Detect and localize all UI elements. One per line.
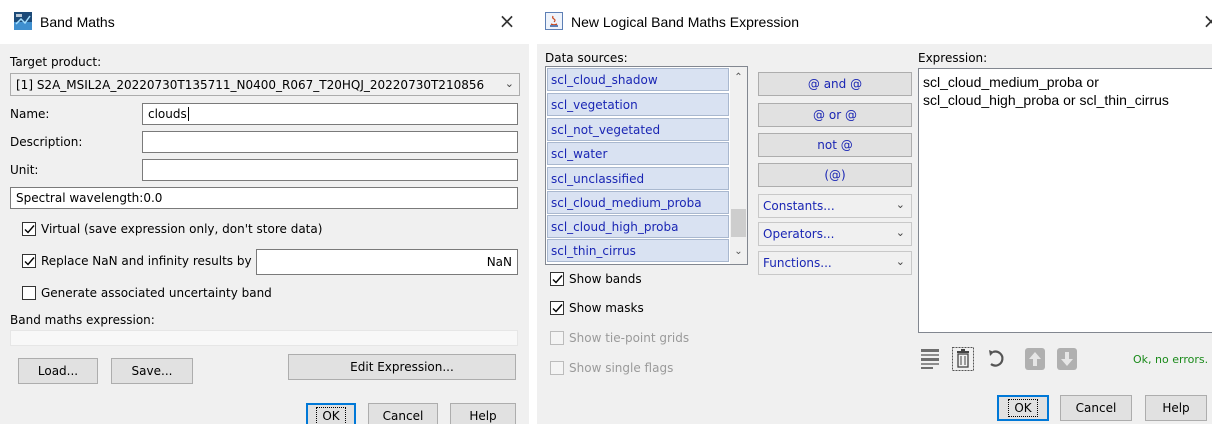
help-button[interactable]: Help: [1145, 395, 1207, 421]
data-sources-label: Data sources:: [545, 51, 628, 65]
list-item[interactable]: scl_cloud_medium_proba: [547, 191, 729, 214]
list-item[interactable]: scl_not_vegetated: [547, 118, 729, 141]
operators-dropdown[interactable]: Operators... ⌄: [758, 222, 912, 246]
list-item[interactable]: scl_vegetation: [547, 93, 729, 116]
logical-expression-titlebar: New Logical Band Maths Expression ×: [537, 0, 1212, 44]
unit-label: Unit:: [10, 163, 39, 177]
band-maths-expression-field[interactable]: [10, 330, 518, 346]
delete-icon[interactable]: [952, 347, 974, 371]
target-product-value: [1] S2A_MSIL2A_20220730T135711_N0400_R06…: [16, 78, 485, 92]
scroll-down-icon[interactable]: ⌄: [730, 243, 747, 260]
edit-expression-button[interactable]: Edit Expression...: [288, 354, 516, 380]
ok-label: OK: [316, 407, 346, 424]
name-field[interactable]: clouds: [142, 103, 518, 125]
name-label: Name:: [10, 107, 50, 121]
show-bands-label: Show bands: [569, 272, 642, 286]
expression-text-area[interactable]: scl_cloud_medium_proba or scl_cloud_high…: [918, 68, 1212, 333]
show-masks-label: Show masks: [569, 301, 644, 315]
load-button[interactable]: Load...: [18, 358, 98, 384]
java-app-icon: [545, 12, 563, 30]
cancel-button[interactable]: Cancel: [368, 403, 438, 424]
checkmark-icon: [552, 275, 563, 284]
logical-expression-title: New Logical Band Maths Expression: [571, 14, 800, 30]
ok-button[interactable]: OK: [997, 395, 1049, 421]
uncertainty-label: Generate associated uncertainty band: [41, 286, 272, 300]
not-operator-button[interactable]: not @: [758, 133, 912, 157]
chevron-down-icon: ⌄: [895, 226, 905, 239]
spectral-wavelength-field[interactable]: Spectral wavelength:0.0: [10, 187, 518, 209]
target-product-label: Target product:: [10, 55, 102, 69]
show-single-flags-checkbox: [550, 361, 564, 375]
save-button[interactable]: Save...: [111, 358, 193, 384]
checkmark-icon: [24, 257, 35, 266]
status-text: Ok, no errors.: [1133, 353, 1209, 366]
list-item[interactable]: scl_thin_cirrus: [547, 239, 729, 262]
list-item[interactable]: scl_water: [547, 142, 729, 165]
logical-expression-dialog: New Logical Band Maths Expression × Data…: [537, 0, 1212, 424]
parentheses-operator-button[interactable]: (@): [758, 163, 912, 187]
snap-app-icon: [14, 12, 32, 30]
show-bands-checkbox[interactable]: [550, 272, 564, 286]
show-tiepoint-checkbox: [550, 331, 564, 345]
show-masks-checkbox[interactable]: [550, 301, 564, 315]
replace-nan-field[interactable]: NaN: [256, 249, 518, 275]
list-item[interactable]: scl_unclassified: [547, 167, 729, 190]
chevron-down-icon: ⌄: [504, 77, 514, 90]
constants-label: Constants...: [763, 199, 835, 213]
list-item[interactable]: scl_cloud_high_proba: [547, 215, 729, 238]
virtual-label: Virtual (save expression only, don't sto…: [41, 222, 323, 236]
chevron-down-icon: ⌄: [895, 255, 905, 268]
chevron-down-icon: ⌄: [895, 198, 905, 211]
list-scrollbar[interactable]: ⌃ ⌄: [730, 67, 747, 264]
band-maths-dialog: Band Maths × Target product: [1] S2A_MSI…: [0, 0, 529, 424]
band-maths-title: Band Maths: [40, 14, 115, 30]
ok-button[interactable]: OK: [306, 403, 356, 424]
description-field[interactable]: [142, 131, 518, 153]
close-icon[interactable]: ×: [1198, 8, 1212, 34]
spectral-wavelength-label: Spectral wavelength:: [16, 191, 144, 205]
help-button[interactable]: Help: [450, 403, 516, 424]
scroll-up-icon[interactable]: ⌃: [730, 69, 747, 86]
data-sources-list[interactable]: scl_cloud_shadow scl_vegetation scl_not_…: [545, 66, 748, 265]
or-operator-button[interactable]: @ or @: [758, 103, 912, 127]
checkmark-icon: [552, 304, 563, 313]
spectral-wavelength-value: 0.0: [143, 191, 163, 205]
move-up-icon[interactable]: [1024, 347, 1046, 371]
functions-label: Functions...: [763, 256, 832, 270]
replace-nan-label: Replace NaN and infinity results by: [41, 254, 252, 268]
show-single-flags-label: Show single flags: [569, 361, 674, 375]
uncertainty-checkbox[interactable]: [22, 286, 36, 300]
show-tiepoint-label: Show tie-point grids: [569, 331, 690, 345]
operators-label: Operators...: [763, 227, 835, 241]
and-operator-button[interactable]: @ and @: [758, 72, 912, 96]
band-maths-titlebar: Band Maths ×: [0, 0, 529, 44]
list-item[interactable]: scl_cloud_shadow: [547, 68, 729, 91]
scroll-thumb[interactable]: [731, 209, 746, 237]
expression-label: Expression:: [918, 51, 988, 65]
ok-label: OK: [1008, 399, 1038, 417]
functions-dropdown[interactable]: Functions... ⌄: [758, 251, 912, 275]
replace-nan-value: NaN: [486, 255, 512, 269]
move-down-icon[interactable]: [1056, 347, 1078, 371]
cancel-button[interactable]: Cancel: [1060, 395, 1132, 421]
description-label: Description:: [10, 135, 83, 149]
replace-nan-checkbox[interactable]: [22, 254, 36, 268]
band-maths-expression-label: Band maths expression:: [10, 313, 155, 327]
history-icon[interactable]: [920, 347, 942, 371]
undo-icon[interactable]: [986, 347, 1008, 371]
virtual-checkbox[interactable]: [22, 222, 36, 236]
checkmark-icon: [24, 225, 35, 234]
name-value: clouds: [148, 107, 187, 121]
close-icon[interactable]: ×: [494, 8, 520, 34]
constants-dropdown[interactable]: Constants... ⌄: [758, 194, 912, 218]
unit-field[interactable]: [142, 159, 518, 181]
target-product-select[interactable]: [1] S2A_MSIL2A_20220730T135711_N0400_R06…: [10, 73, 520, 96]
